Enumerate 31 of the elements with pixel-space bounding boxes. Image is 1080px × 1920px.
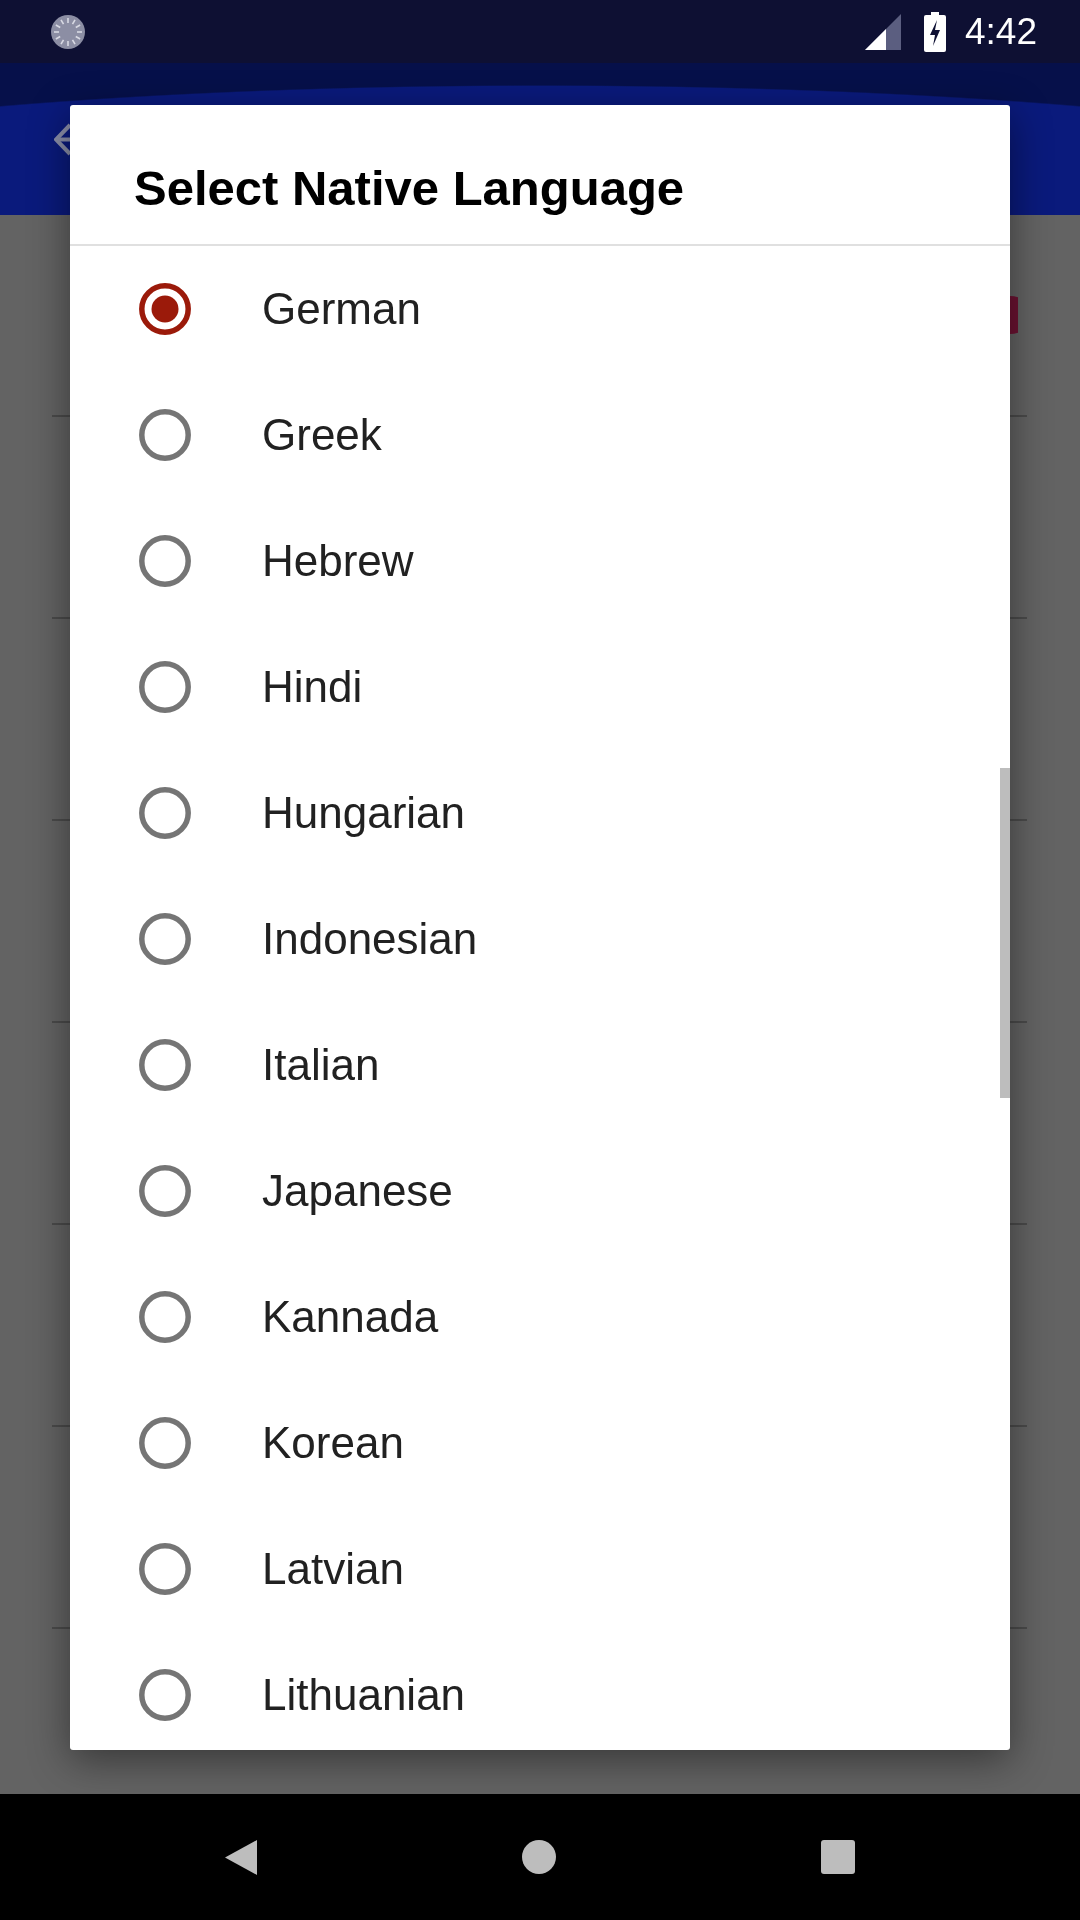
battery-charging-icon — [924, 11, 946, 52]
radio-icon[interactable] — [139, 913, 191, 965]
language-option[interactable]: Italian — [70, 1002, 1000, 1128]
language-option[interactable]: German — [70, 246, 1000, 372]
language-option[interactable]: Kannada — [70, 1254, 1000, 1380]
language-option[interactable]: Korean — [70, 1380, 1000, 1506]
language-option[interactable]: Japanese — [70, 1128, 1000, 1254]
radio-icon[interactable] — [139, 1039, 191, 1091]
radio-icon[interactable] — [139, 535, 191, 587]
radio-icon[interactable] — [139, 1291, 191, 1343]
radio-icon[interactable] — [139, 283, 191, 335]
radio-icon[interactable] — [139, 661, 191, 713]
language-option[interactable]: Hungarian — [70, 750, 1000, 876]
language-option[interactable]: Hebrew — [70, 498, 1000, 624]
status-time: 4:42 — [965, 13, 1037, 50]
language-option[interactable]: Indonesian — [70, 876, 1000, 1002]
language-option[interactable]: Hindi — [70, 624, 1000, 750]
radio-icon[interactable] — [139, 1417, 191, 1469]
radio-icon[interactable] — [139, 787, 191, 839]
home-icon[interactable] — [522, 1840, 556, 1874]
language-option[interactable]: Lithuanian — [70, 1632, 1000, 1750]
signal-icon — [865, 13, 901, 50]
radio-icon[interactable] — [139, 1669, 191, 1721]
radio-icon[interactable] — [139, 409, 191, 461]
radio-icon[interactable] — [139, 1165, 191, 1217]
radio-icon[interactable] — [139, 1543, 191, 1595]
language-option[interactable]: Greek — [70, 372, 1000, 498]
back-icon[interactable] — [225, 1839, 257, 1875]
language-option[interactable]: Latvian — [70, 1506, 1000, 1632]
dialog-title: Select Native Language — [134, 160, 685, 218]
spinner-icon — [50, 13, 86, 50]
